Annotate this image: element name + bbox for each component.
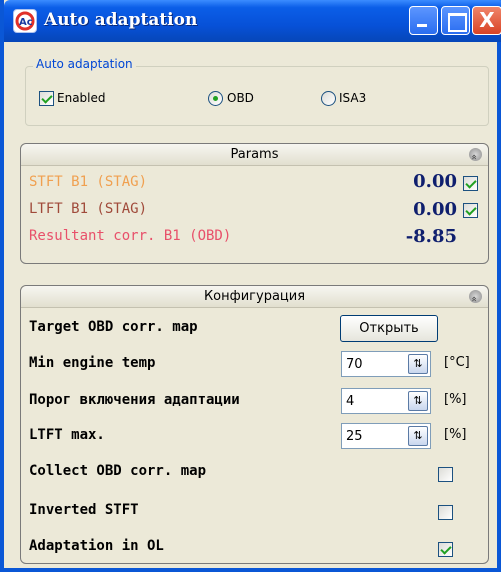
inverted-stft-label: Inverted STFT (29, 502, 139, 518)
collapse-icon[interactable] (469, 290, 482, 303)
open-button[interactable]: Открыть (340, 315, 438, 342)
min-temp-spinbox[interactable]: 70 ⇅ (341, 351, 431, 377)
params-header[interactable]: Params (21, 144, 488, 166)
ltft-max-value: 25 (346, 429, 363, 444)
close-icon[interactable]: X (472, 6, 501, 35)
collect-map-checkbox[interactable] (438, 467, 453, 482)
config-panel: Конфигурация Target OBD corr. map Открыт… (20, 285, 489, 564)
adaptation-ol-checkbox[interactable] (438, 542, 453, 557)
stft-label: STFT B1 (STAG) (29, 174, 148, 190)
ltft-max-unit: [%] (444, 427, 467, 442)
params-title: Params (230, 147, 279, 162)
maximize-icon[interactable] (441, 6, 470, 35)
app-icon: Ac (13, 9, 37, 33)
min-temp-label: Min engine temp (29, 355, 156, 371)
config-header[interactable]: Конфигурация (21, 286, 488, 308)
ltft-checkbox[interactable] (463, 203, 478, 218)
collapse-icon[interactable] (469, 148, 482, 161)
inverted-stft-checkbox[interactable] (438, 505, 453, 520)
resultant-value: -8.85 (405, 226, 457, 247)
isa3-radio-label[interactable]: ISA3 (339, 91, 366, 105)
ltft-max-spinbox[interactable]: 25 ⇅ (341, 423, 431, 449)
target-map-label: Target OBD corr. map (29, 319, 198, 335)
obd-radio-label[interactable]: OBD (227, 91, 254, 105)
threshold-spinbox[interactable]: 4 ⇅ (341, 388, 431, 414)
spin-arrows-icon[interactable]: ⇅ (408, 391, 428, 411)
ltft-label: LTFT B1 (STAG) (29, 201, 148, 217)
enabled-label[interactable]: Enabled (57, 91, 106, 105)
threshold-unit: [%] (444, 392, 467, 407)
enabled-checkbox[interactable] (39, 91, 54, 106)
window-title: Auto adaptation (44, 10, 198, 30)
svg-text:Ac: Ac (19, 17, 33, 28)
ltft-max-label: LTFT max. (29, 427, 105, 443)
min-temp-value: 70 (346, 357, 363, 372)
adaptation-ol-label: Adaptation in OL (29, 538, 164, 554)
minimize-icon[interactable] (409, 6, 438, 35)
obd-radio[interactable] (208, 91, 223, 106)
groupbox-legend: Auto adaptation (33, 57, 136, 71)
params-panel: Params STFT B1 (STAG) 0.00 LTFT B1 (STAG… (20, 143, 489, 264)
ltft-value: 0.00 (413, 199, 457, 220)
resultant-label: Resultant corr. B1 (OBD) (29, 228, 232, 244)
isa3-radio[interactable] (321, 91, 336, 106)
close-glyph: X (479, 8, 495, 32)
threshold-value: 4 (346, 394, 355, 409)
spin-arrows-icon[interactable]: ⇅ (408, 426, 428, 446)
min-temp-unit: [°C] (444, 355, 470, 370)
spin-arrows-icon[interactable]: ⇅ (408, 354, 428, 374)
threshold-label: Порог включения адаптации (29, 392, 240, 408)
title-bar[interactable]: Ac Auto adaptation X (4, 0, 501, 42)
auto-adaptation-window: Ac Auto adaptation X Auto adaptation Ena… (0, 0, 501, 572)
config-title: Конфигурация (203, 289, 306, 304)
stft-value: 0.00 (413, 171, 457, 192)
collect-map-label: Collect OBD corr. map (29, 463, 207, 479)
stft-checkbox[interactable] (463, 176, 478, 191)
